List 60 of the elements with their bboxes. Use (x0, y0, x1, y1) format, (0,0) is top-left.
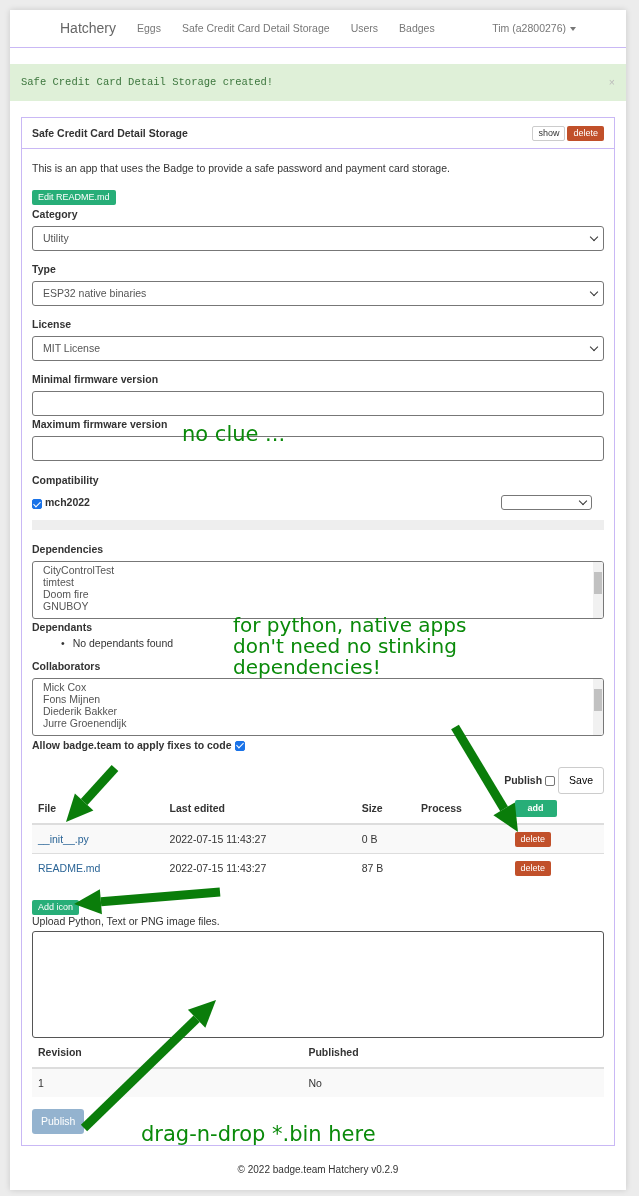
table-cell: 87 B (361, 861, 384, 874)
table-cell: 2022-07-15 11:43:27 (169, 861, 267, 874)
field-label: Compatibility (32, 474, 99, 487)
badge-name: mch2022 (45, 495, 90, 508)
collaborators-list[interactable]: Mick Cox Fons Mijnen Diederik Bakker Jurre Groenendijk (32, 678, 604, 736)
select-field[interactable]: ESP32 native binaries (32, 281, 604, 306)
upload-hint: Upload Python, Text or PNG image files. (32, 915, 221, 928)
table-cell: 2022-07-15 11:43:27 (169, 832, 267, 845)
status-select[interactable] (501, 495, 592, 510)
alert-message: Safe Credit Card Detail Storage created! (21, 76, 274, 89)
table-cell: 0 B (361, 832, 378, 845)
field-label: License (32, 318, 72, 331)
field-label: Dependants (32, 621, 93, 634)
field-label: Category (32, 208, 78, 221)
brand-link[interactable]: Hatchery (60, 22, 117, 35)
description-text: This is an app that uses the Badge to provide a safe password and payment card storage. (32, 162, 451, 175)
field-label: Type (32, 263, 56, 276)
nav-link[interactable]: Eggs (137, 22, 161, 35)
bullet: • (61, 637, 65, 650)
field-label: Dependencies (32, 543, 104, 556)
nav-link[interactable]: Safe Credit Card Detail Storage (181, 22, 330, 35)
list-option[interactable]: Doom fire (43, 588, 89, 600)
footer-text: © 2022 badge.team Hatchery v0.2.9 (236, 1163, 400, 1176)
checkbox-label: Publish (504, 774, 543, 787)
nav-link[interactable]: Users (350, 22, 379, 35)
delete-button[interactable]: delete (567, 125, 604, 141)
upload-dropzone[interactable] (32, 931, 604, 1038)
checkbox[interactable] (32, 499, 42, 510)
checkbox[interactable] (234, 740, 245, 751)
checkbox[interactable] (545, 775, 556, 786)
delete-button[interactable]: delete (514, 860, 552, 876)
user-menu[interactable]: Tim (a2800276) (492, 22, 576, 35)
vertical-scrollbar[interactable] (593, 562, 603, 618)
list-option[interactable]: CityControlTest (43, 564, 115, 576)
save-button[interactable]: Save (558, 767, 604, 794)
vertical-scrollbar[interactable] (593, 679, 603, 735)
select-field[interactable]: Utility (32, 226, 604, 251)
field-label: Minimal firmware version (32, 373, 159, 386)
list-option[interactable]: Fons Mijnen (43, 693, 101, 705)
file-link[interactable]: README.md (38, 861, 101, 874)
list-option[interactable]: timtest (43, 576, 74, 588)
input-field[interactable] (32, 391, 604, 416)
checkbox-label: Allow badge.team to apply fixes to code (32, 739, 232, 752)
list-option[interactable]: Mick Cox (43, 681, 87, 693)
field-label: Maximum firmware version (32, 418, 168, 431)
delete-button[interactable]: delete (514, 831, 552, 847)
list-option[interactable]: GNUBOY (43, 600, 89, 612)
dependant-item: No dependants found (72, 637, 174, 650)
field-label: Collaborators (32, 660, 101, 673)
show-button[interactable]: show (532, 125, 566, 141)
table-cell: No (308, 1076, 322, 1089)
arrow-annotation (66, 764, 119, 822)
select-field[interactable]: MIT License (32, 336, 604, 361)
table-cell: 1 (38, 1076, 44, 1089)
nav-link[interactable]: Badges (399, 22, 435, 35)
annotation-text: drag-n-drop *.bin here (141, 1121, 376, 1147)
file-link[interactable]: __init__.py (38, 832, 89, 845)
list-option[interactable]: Jurre Groenendijk (43, 717, 127, 729)
list-option[interactable]: Diederik Bakker (43, 705, 118, 717)
panel-title: Safe Credit Card Detail Storage (32, 126, 189, 140)
